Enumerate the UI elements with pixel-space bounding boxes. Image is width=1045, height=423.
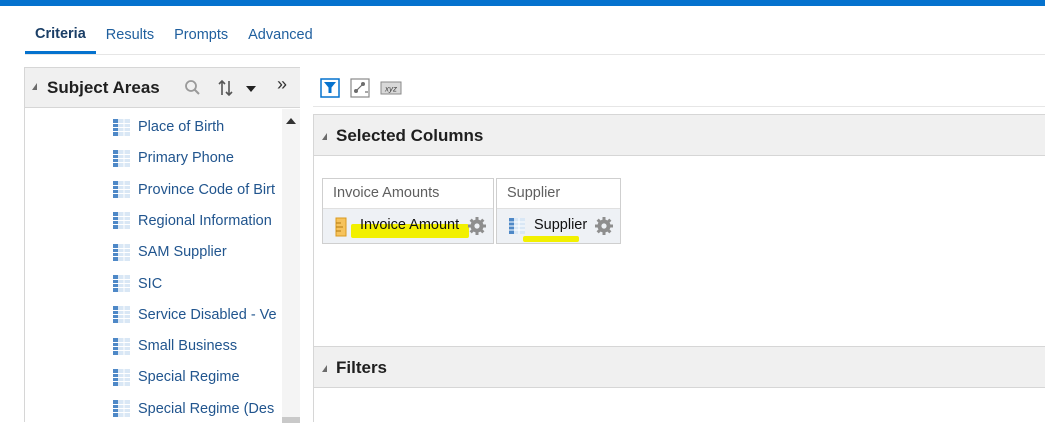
- collapse-triangle-icon[interactable]: [32, 83, 37, 90]
- expand-panel-icon[interactable]: »: [277, 74, 287, 95]
- column-card[interactable]: Invoice Amounts Invoice Amount: [322, 178, 494, 244]
- selected-columns-title: Selected Columns: [336, 126, 484, 145]
- tree-item-label: SAM Supplier: [138, 244, 227, 261]
- tree-item-label: Primary Phone: [138, 150, 234, 167]
- column-body[interactable]: Supplier: [497, 208, 620, 243]
- filters-section: Filters: [313, 346, 1045, 422]
- tab-criteria[interactable]: Criteria: [25, 22, 96, 54]
- selected-columns-header: Selected Columns: [314, 114, 1045, 156]
- search-icon[interactable]: [184, 79, 202, 102]
- gear-icon[interactable]: [594, 216, 614, 236]
- scroll-up-icon[interactable]: [286, 118, 296, 124]
- sort-icon[interactable]: [217, 78, 259, 103]
- column-folder-icon: [113, 368, 130, 386]
- subject-areas-tree: Place of Birth Primary Phone Province Code…: [25, 109, 282, 423]
- filter-icon[interactable]: [320, 78, 340, 98]
- tree-item-label: Province Code of Birt: [138, 181, 276, 198]
- column-name: Supplier: [534, 217, 588, 233]
- selected-columns-section: Selected Columns Invoice Amounts Invoice…: [313, 114, 1045, 346]
- top-accent-bar: [0, 0, 1045, 6]
- subject-areas-header: Subject Areas »: [25, 68, 300, 108]
- tree-item-label: SIC: [138, 275, 163, 292]
- column-folder-icon: [113, 400, 130, 418]
- column-folder-icon: [113, 337, 130, 355]
- collapse-triangle-icon[interactable]: [322, 133, 327, 140]
- tree-item[interactable]: Service Disabled - Ve: [113, 304, 277, 326]
- column-folder-icon: [113, 306, 130, 324]
- filters-title: Filters: [336, 358, 388, 377]
- column-folder-icon: [113, 212, 130, 230]
- tree-scrollbar[interactable]: [282, 109, 300, 423]
- tree-item[interactable]: Small Business: [113, 335, 237, 357]
- measure-icon: [335, 217, 347, 242]
- tree-item[interactable]: SIC: [113, 273, 162, 295]
- gear-icon[interactable]: [467, 216, 487, 236]
- tree-item-label: Service Disabled - Ve: [138, 306, 277, 323]
- column-body[interactable]: Invoice Amount: [323, 208, 493, 243]
- chart-icon[interactable]: [350, 78, 370, 98]
- toolbar-divider: [313, 106, 1045, 107]
- column-folder-icon: [113, 149, 130, 167]
- tree-item[interactable]: Place of Birth: [113, 116, 224, 138]
- tree-item-label: Regional Information: [138, 212, 272, 229]
- column-folder-label: Invoice Amounts: [333, 185, 440, 201]
- column-folder-icon: [113, 243, 130, 261]
- collapse-triangle-icon[interactable]: [322, 365, 327, 372]
- tab-prompts[interactable]: Prompts: [164, 22, 238, 54]
- column-card[interactable]: Supplier Supplier: [496, 178, 621, 244]
- tree-item[interactable]: Regional Information: [113, 210, 272, 232]
- tree-item-label: Small Business: [138, 338, 238, 355]
- column-folder-icon: [113, 118, 130, 136]
- tab-advanced[interactable]: Advanced: [238, 22, 323, 54]
- highlight-mark: [523, 236, 579, 242]
- tree-item-label: Special Regime: [138, 369, 240, 386]
- column-name: Invoice Amount: [360, 217, 460, 233]
- subject-areas-title: Subject Areas: [47, 78, 160, 97]
- scroll-thumb[interactable]: [282, 417, 300, 423]
- filters-header: Filters: [314, 346, 1045, 388]
- tree-item-label: Place of Birth: [138, 119, 225, 135]
- column-folder-label: Supplier: [507, 185, 561, 201]
- tab-bar: Criteria Results Prompts Advanced: [25, 22, 323, 54]
- tab-results[interactable]: Results: [96, 22, 164, 54]
- xyz-icon[interactable]: xyz: [380, 78, 402, 98]
- tree-item[interactable]: Primary Phone: [113, 147, 234, 169]
- tree-item[interactable]: SAM Supplier: [113, 241, 227, 263]
- column-folder-icon: [113, 275, 130, 292]
- tab-divider: [25, 54, 1045, 55]
- tree-item-label: Special Regime (Des: [138, 400, 275, 417]
- subject-areas-panel: Subject Areas » Place of Birth Primary Ph…: [24, 67, 300, 423]
- tree-item[interactable]: Province Code of Birt: [113, 179, 275, 201]
- tree-item[interactable]: Special Regime: [113, 366, 240, 388]
- criteria-toolbar: xyz: [320, 78, 402, 98]
- column-folder-icon: [113, 181, 130, 199]
- tree-item[interactable]: Special Regime (Des: [113, 398, 274, 420]
- svg-text:xyz: xyz: [384, 85, 397, 94]
